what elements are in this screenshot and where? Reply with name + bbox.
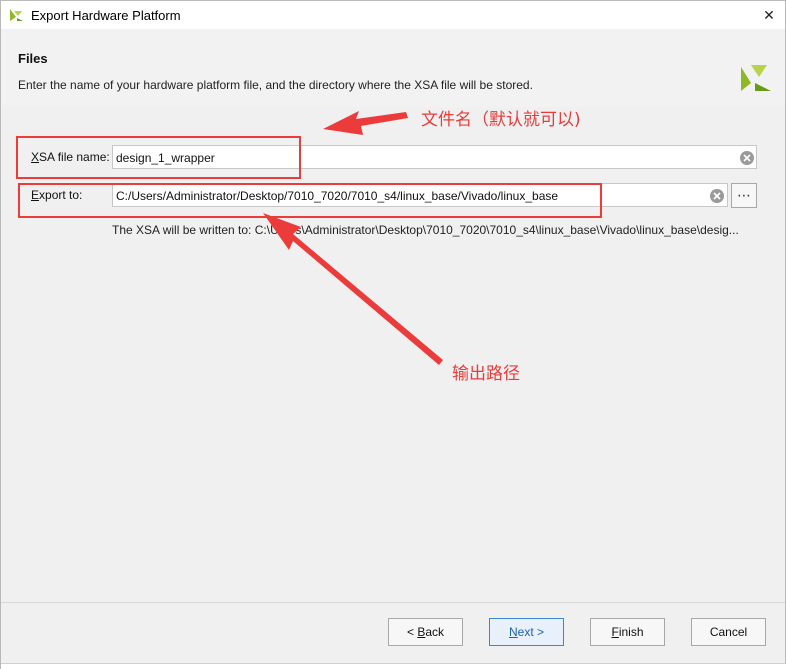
cancel-button-label: Cancel [709, 625, 748, 639]
annotation-arrow-file-name [323, 111, 408, 135]
next-button[interactable]: Next > [489, 618, 564, 646]
finish-button[interactable]: Finish [590, 618, 665, 646]
annotation-file-name-text: 文件名（默认就可以) [421, 110, 581, 130]
footer-separator [1, 602, 785, 603]
bottom-strip [1, 663, 786, 669]
export-hardware-platform-dialog: Export Hardware Platform ✕ Files Enter t… [0, 0, 786, 669]
annotation-output-path-text: 输出路径 [452, 364, 520, 384]
annotation-arrows [263, 111, 443, 365]
annotation-arrow-export-path [263, 213, 443, 365]
finish-button-label: Finish [611, 625, 644, 639]
back-button-label: < Back [406, 625, 445, 639]
back-button[interactable]: < Back [388, 618, 463, 646]
cancel-button[interactable]: Cancel [691, 618, 766, 646]
next-button-label: Next > [508, 625, 545, 639]
